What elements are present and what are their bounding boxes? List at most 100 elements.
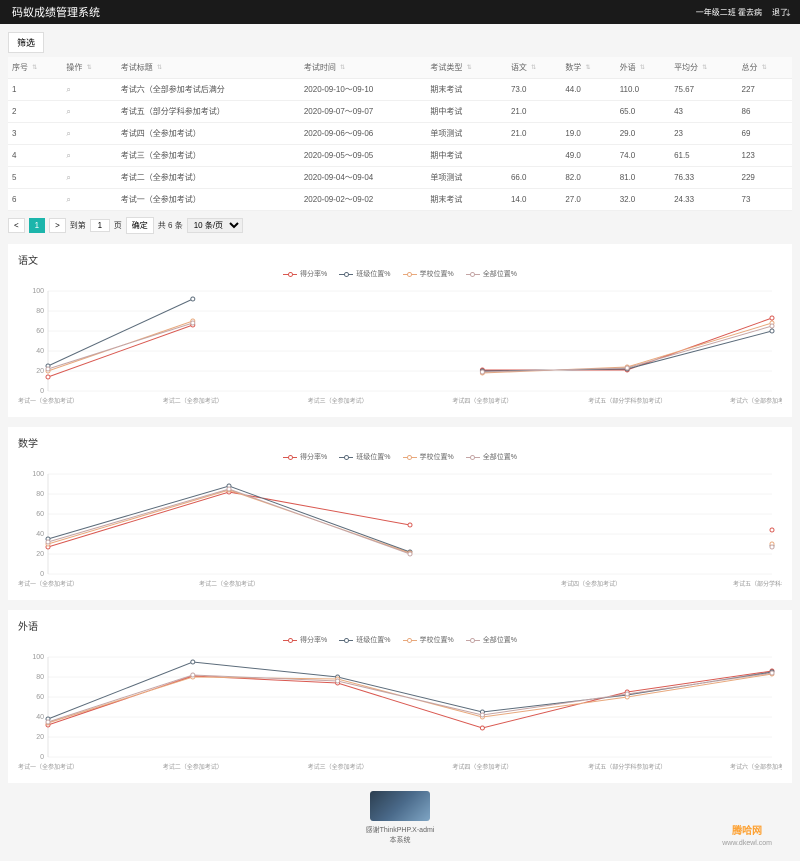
svg-text:考试二（全参加考试）: 考试二（全参加考试）: [163, 397, 223, 405]
sort-icon[interactable]: ⇅: [702, 64, 707, 71]
col-5[interactable]: 语文 ⇅: [507, 57, 561, 79]
table-row: 5⌕考试二（全参加考试）2020-09-04～09-04单项测试66.082.0…: [8, 167, 792, 189]
table-row: 4⌕考试三（全参加考试）2020-09-05～09-05期中考试49.074.0…: [8, 145, 792, 167]
row-action[interactable]: ⌕: [62, 167, 116, 189]
cell: 32.0: [616, 189, 670, 211]
row-action[interactable]: ⌕: [62, 101, 116, 123]
row-action[interactable]: ⌕: [62, 79, 116, 101]
cell: 考试二（全参加考试）: [117, 167, 300, 189]
cell: 期中考试: [426, 101, 507, 123]
cell: 66.0: [507, 167, 561, 189]
col-0[interactable]: 序号 ⇅: [8, 57, 62, 79]
row-action[interactable]: ⌕: [62, 145, 116, 167]
sort-icon[interactable]: ⇅: [586, 64, 591, 71]
legend-item[interactable]: 班级位置%: [339, 269, 390, 279]
chart-section-2: 外语 ⇣ 得分率%班级位置%学校位置%全部位置% 020406080100 考试…: [8, 610, 792, 783]
row-action[interactable]: ⌕: [62, 189, 116, 211]
col-8[interactable]: 平均分 ⇅: [670, 57, 737, 79]
pagination: < 1 > 到第 页 确定 共 6 条 10 条/页: [8, 217, 792, 234]
cell: 75.67: [670, 79, 737, 101]
class-info[interactable]: 一年级二班 霍去病: [696, 7, 762, 18]
svg-text:考试二（全参加考试）: 考试二（全参加考试）: [199, 580, 259, 588]
cell: 82.0: [561, 167, 615, 189]
legend-item[interactable]: 全部位置%: [466, 269, 517, 279]
cell: 44.0: [561, 79, 615, 101]
legend-item[interactable]: 班级位置%: [339, 452, 390, 462]
legend-item[interactable]: 得分率%: [283, 452, 327, 462]
cell: 73.0: [507, 79, 561, 101]
filter-button[interactable]: 筛选: [8, 32, 44, 53]
footer: 感谢ThinkPHP.X-admi 本系统 腾哈网 www.dkewl.com: [8, 783, 792, 853]
legend-item[interactable]: 学校位置%: [403, 635, 454, 645]
page-prev[interactable]: <: [8, 218, 25, 233]
legend-item[interactable]: 学校位置%: [403, 269, 454, 279]
chart-canvas: 020406080100 考试一（全参加考试）考试二（全参加考试）考试四（全参加…: [18, 466, 782, 596]
svg-text:60: 60: [36, 511, 44, 518]
page-size-select[interactable]: 10 条/页: [187, 218, 243, 233]
svg-text:考试五（部分学科参加考试）: 考试五（部分学科参加考试）: [588, 763, 666, 771]
legend-item[interactable]: 全部位置%: [466, 452, 517, 462]
cell: 65.0: [616, 101, 670, 123]
cell: 2020-09-06～09-06: [300, 123, 427, 145]
chart-canvas: 020406080100 考试一（全参加考试）考试二（全参加考试）考试三（全参加…: [18, 283, 782, 413]
chart-title: 数学: [18, 435, 782, 450]
cell: 考试四（全参加考试）: [117, 123, 300, 145]
sort-icon[interactable]: ⇅: [531, 64, 536, 71]
svg-text:60: 60: [36, 328, 44, 335]
col-7[interactable]: 外语 ⇅: [616, 57, 670, 79]
magnify-icon[interactable]: ⌕: [66, 85, 70, 94]
legend-item[interactable]: 全部位置%: [466, 635, 517, 645]
page-input[interactable]: [90, 219, 110, 232]
chart-canvas: 020406080100 考试一（全参加考试）考试二（全参加考试）考试三（全参加…: [18, 649, 782, 779]
cell: 14.0: [507, 189, 561, 211]
magnify-icon[interactable]: ⌕: [66, 151, 70, 160]
svg-text:40: 40: [36, 714, 44, 721]
cell: 74.0: [616, 145, 670, 167]
page-1[interactable]: 1: [29, 218, 45, 233]
cell: 27.0: [561, 189, 615, 211]
cell: 49.0: [561, 145, 615, 167]
col-6[interactable]: 数学 ⇅: [561, 57, 615, 79]
sort-icon[interactable]: ⇅: [340, 64, 345, 71]
col-2[interactable]: 考试标题 ⇅: [117, 57, 300, 79]
magnify-icon[interactable]: ⌕: [66, 195, 70, 204]
sort-icon[interactable]: ⇅: [762, 64, 767, 71]
svg-text:考试四（全参加考试）: 考试四（全参加考试）: [452, 763, 512, 771]
sort-icon[interactable]: ⇅: [87, 64, 92, 71]
download-icon[interactable]: ⇣: [784, 8, 792, 19]
cell: 21.0: [507, 123, 561, 145]
magnify-icon[interactable]: ⌕: [66, 173, 70, 182]
cell: 2020-09-07～09-07: [300, 101, 427, 123]
sort-icon[interactable]: ⇅: [640, 64, 645, 71]
chart-title: 外语: [18, 618, 782, 633]
legend-item[interactable]: 得分率%: [283, 635, 327, 645]
page-confirm[interactable]: 确定: [126, 217, 154, 234]
sort-icon[interactable]: ⇅: [32, 64, 37, 71]
col-9[interactable]: 总分 ⇅: [738, 57, 792, 79]
svg-text:考试三（全参加考试）: 考试三（全参加考试）: [308, 397, 368, 405]
magnify-icon[interactable]: ⌕: [66, 107, 70, 116]
svg-text:80: 80: [36, 308, 44, 315]
col-4[interactable]: 考试类型 ⇅: [426, 57, 507, 79]
svg-text:80: 80: [36, 491, 44, 498]
svg-text:100: 100: [32, 288, 44, 295]
chart-legend: 得分率% 班级位置% 学校位置% 全部位置%: [18, 269, 782, 279]
goto-label: 到第: [70, 220, 86, 231]
cell: 73: [738, 189, 792, 211]
col-3[interactable]: 考试时间 ⇅: [300, 57, 427, 79]
chart-section-1: 数学 ⇣ 得分率%班级位置%学校位置%全部位置% 020406080100 考试…: [8, 427, 792, 600]
legend-item[interactable]: 得分率%: [283, 269, 327, 279]
svg-text:考试三（全参加考试）: 考试三（全参加考试）: [308, 763, 368, 771]
page-next[interactable]: >: [49, 218, 66, 233]
svg-text:考试六（全部参加考试后满分不: 考试六（全部参加考试后满分不: [730, 397, 782, 405]
magnify-icon[interactable]: ⌕: [66, 129, 70, 138]
sort-icon[interactable]: ⇅: [467, 64, 472, 71]
row-action[interactable]: ⌕: [62, 123, 116, 145]
col-1[interactable]: 操作 ⇅: [62, 57, 116, 79]
legend-item[interactable]: 班级位置%: [339, 635, 390, 645]
sort-icon[interactable]: ⇅: [157, 64, 162, 71]
svg-text:40: 40: [36, 348, 44, 355]
svg-text:0: 0: [40, 388, 44, 395]
legend-item[interactable]: 学校位置%: [403, 452, 454, 462]
cell: 单项测试: [426, 167, 507, 189]
